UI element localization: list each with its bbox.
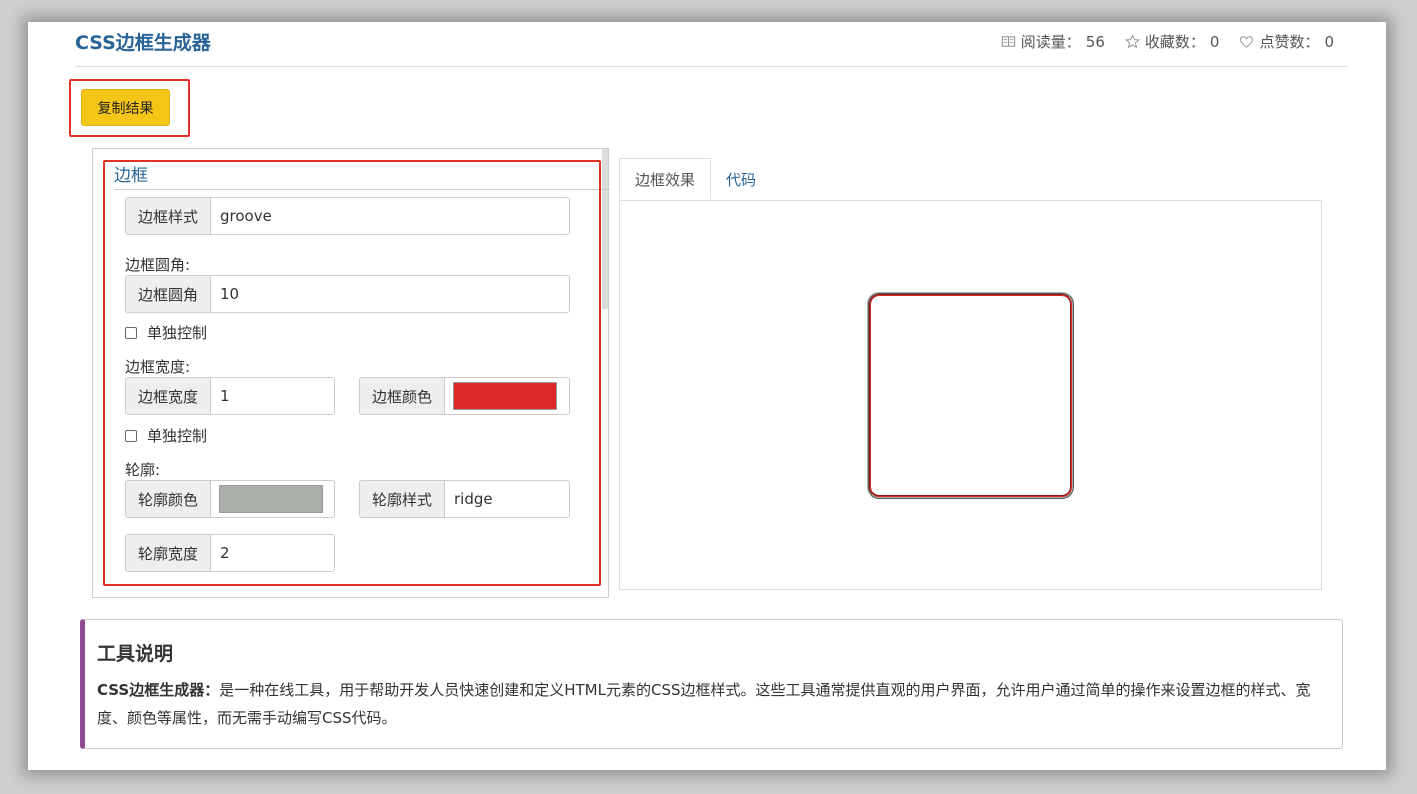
highlight-settings xyxy=(103,160,601,586)
tool-description-title: 工具说明 xyxy=(97,643,174,665)
stat-read-label: 阅读量： xyxy=(1020,33,1081,51)
preview-tabs: 边框效果 代码 xyxy=(619,158,771,200)
border-preview-box xyxy=(867,292,1074,499)
header-divider xyxy=(75,66,1348,67)
heart-icon xyxy=(1240,36,1254,48)
page-title: CSS边框生成器 xyxy=(75,32,211,54)
stat-likes-value: 0 xyxy=(1324,32,1334,51)
tab-border-effect[interactable]: 边框效果 xyxy=(619,158,712,200)
tool-description-text: CSS边框生成器：是一种在线工具，用于帮助开发人员快速创建和定义HTML元素的C… xyxy=(97,676,1332,732)
stat-likes-label: 点赞数： xyxy=(1259,33,1320,51)
stat-favorites: 收藏数： 0 xyxy=(1124,31,1220,52)
stats-bar: 阅读量： 56 收藏数： 0 点赞数： 0 xyxy=(1001,31,1334,52)
stat-read: 阅读量： 56 xyxy=(1001,31,1105,52)
copy-result-button[interactable]: 复制结果 xyxy=(81,89,170,126)
stat-favorites-value: 0 xyxy=(1209,32,1220,51)
stat-likes: 点赞数： 0 xyxy=(1239,31,1334,52)
star-icon xyxy=(1124,34,1140,49)
page-frame: CSS边框生成器 阅读量： 56 收藏数： 0 点赞数： 0 复制结果 边框 边框样式… xyxy=(28,22,1386,770)
read-icon xyxy=(1001,36,1015,47)
tab-code[interactable]: 代码 xyxy=(711,158,771,200)
tool-description-body: 是一种在线工具，用于帮助开发人员快速创建和定义HTML元素的CSS边框样式。这些… xyxy=(97,681,1311,727)
tool-description-lead: CSS边框生成器： xyxy=(97,681,220,699)
stat-favorites-label: 收藏数： xyxy=(1144,33,1205,51)
stat-read-value: 56 xyxy=(1085,32,1105,51)
tool-description-card: 工具说明 CSS边框生成器：是一种在线工具，用于帮助开发人员快速创建和定义HTM… xyxy=(80,619,1343,749)
preview-pane xyxy=(619,200,1322,590)
